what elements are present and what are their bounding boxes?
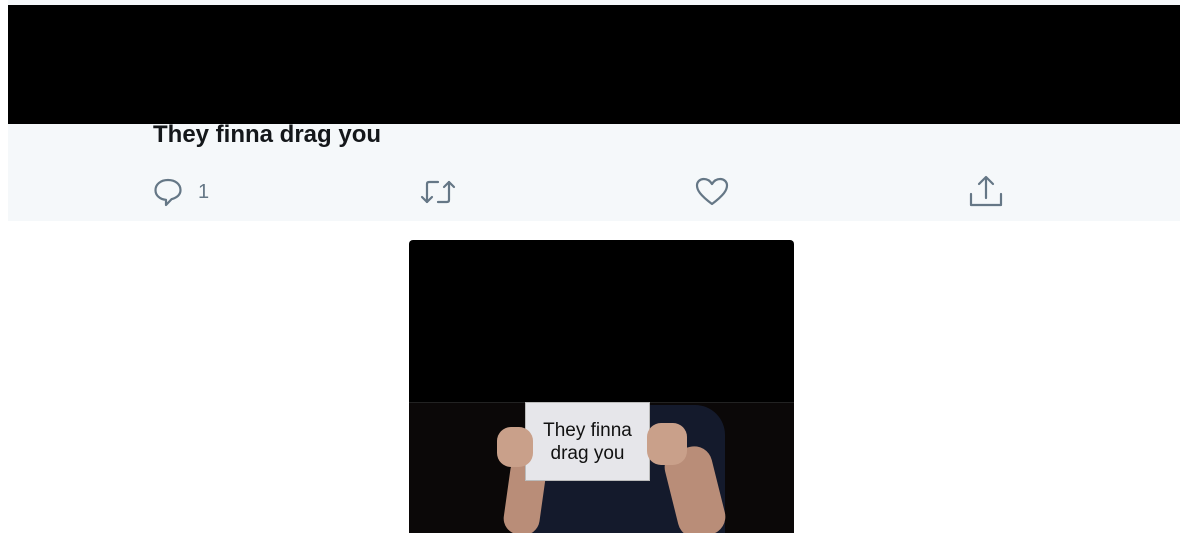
person-left-hand [497, 427, 533, 467]
reply-icon [152, 176, 184, 208]
tweet-text: They finna drag you [153, 121, 382, 148]
retweet-button[interactable] [418, 172, 458, 212]
person-right-hand [647, 423, 687, 465]
sign-text-line-1: They finna [543, 419, 632, 441]
reply-button[interactable]: 1 [152, 172, 209, 212]
share-button[interactable] [966, 172, 1006, 212]
retweet-icon [418, 176, 458, 208]
like-button[interactable] [694, 172, 730, 212]
share-icon [966, 174, 1006, 210]
tweet-action-bar: 1 [8, 172, 1180, 212]
reply-count: 1 [198, 180, 210, 203]
tweet-card: They finna drag you 1 [8, 0, 1180, 221]
held-sign: They finna drag you [525, 402, 650, 481]
redaction-bar [8, 5, 1180, 124]
meme-photo-scene: They finna drag you [409, 402, 794, 533]
heart-icon [694, 176, 730, 208]
meme-image: They finna drag you [409, 240, 794, 533]
sign-text-line-2: drag you [550, 442, 625, 464]
